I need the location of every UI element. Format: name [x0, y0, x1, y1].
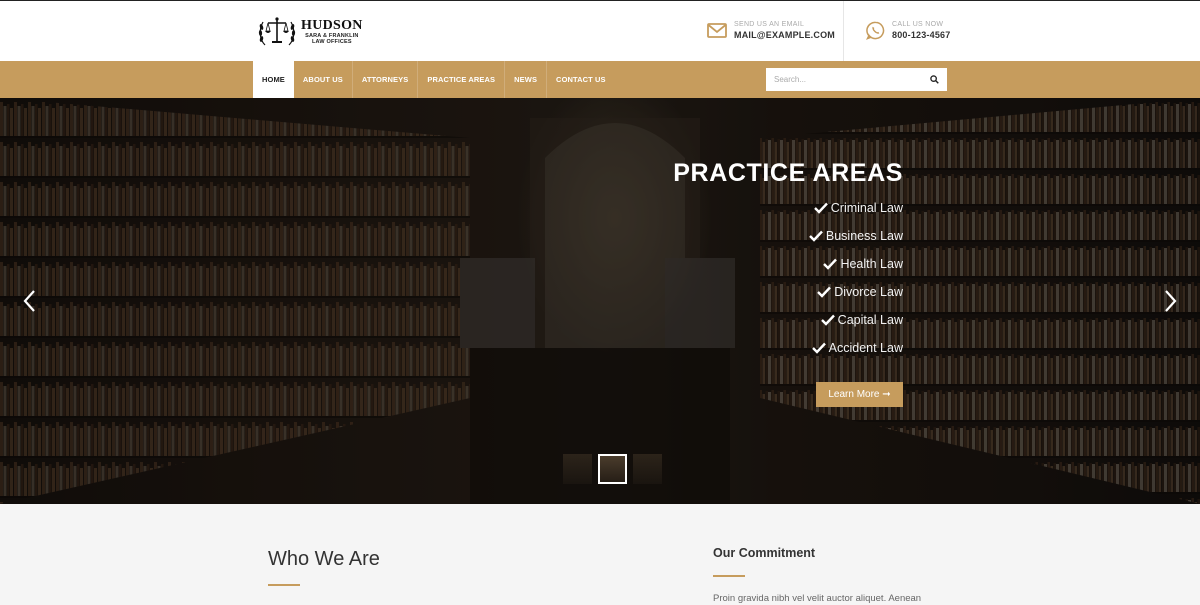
check-icon [820, 314, 835, 326]
logo[interactable]: HUDSON SARA & FRANKLIN LAW OFFICES [256, 14, 363, 50]
phone-label: CALL US NOW [892, 20, 944, 28]
hero-slider: PRACTICE AREAS Criminal Law Business Law… [0, 98, 1200, 504]
check-icon [817, 286, 832, 298]
search-input[interactable] [766, 68, 921, 91]
slide-thumbnail-2[interactable] [598, 454, 627, 484]
main-nav: HOME ABOUT US ATTORNEYS PRACTICE AREAS N… [0, 61, 1200, 98]
who-we-are-heading: Who We Are [268, 548, 380, 570]
logo-title: HUDSON [301, 18, 363, 33]
phone-value[interactable]: 800-123-4567 [892, 29, 950, 41]
search-box [766, 68, 947, 91]
practice-area-item: Accident Law [673, 334, 903, 362]
search-button[interactable] [921, 68, 947, 91]
nav-menu: HOME ABOUT US ATTORNEYS PRACTICE AREAS N… [253, 61, 615, 98]
whatsapp-icon [864, 19, 886, 41]
email-value[interactable]: MAIL@EXAMPLE.COM [734, 29, 835, 41]
header-divider [843, 1, 844, 62]
check-icon [813, 202, 828, 214]
slide-thumbnail-1[interactable] [563, 454, 592, 484]
practice-area-label: Health Law [840, 257, 903, 271]
nav-item-contact-us[interactable]: CONTACT US [547, 61, 615, 98]
commitment-text: Proin gravida nibh vel velit auctor aliq… [713, 593, 922, 604]
practice-area-label: Business Law [825, 229, 903, 243]
slider-next-button[interactable] [1161, 288, 1181, 314]
our-commitment-heading: Our Commitment [713, 546, 816, 560]
check-icon [811, 342, 826, 354]
hero-title: PRACTICE AREAS [673, 159, 903, 187]
heading-underline [713, 575, 745, 577]
practice-area-label: Capital Law [837, 313, 903, 327]
slide-thumbnail-3[interactable] [633, 454, 662, 484]
practice-area-item: Health Law [673, 250, 903, 278]
email-label: SEND US AN EMAIL [734, 20, 805, 28]
chevron-left-icon [23, 290, 35, 312]
logo-text: HUDSON SARA & FRANKLIN LAW OFFICES [301, 18, 363, 46]
slider-thumbnails [563, 454, 662, 484]
envelope-icon [706, 19, 728, 41]
site-header: HUDSON SARA & FRANKLIN LAW OFFICES SEND … [0, 0, 1200, 62]
scales-of-justice-icon [258, 17, 296, 46]
check-icon [823, 258, 838, 270]
nav-item-attorneys[interactable]: ATTORNEYS [353, 61, 419, 98]
nav-item-news[interactable]: NEWS [505, 61, 548, 98]
practice-area-label: Divorce Law [834, 285, 903, 299]
practice-area-label: Criminal Law [830, 201, 903, 215]
logo-subtitle-line2: LAW OFFICES [311, 39, 352, 45]
practice-area-label: Accident Law [828, 341, 903, 355]
check-icon [809, 230, 823, 242]
nav-item-home[interactable]: HOME [253, 61, 294, 98]
about-section: Who We Are Our Commitment Proin gravida … [0, 504, 1200, 605]
hero-content: PRACTICE AREAS Criminal Law Business Law… [673, 156, 903, 362]
email-contact[interactable]: SEND US AN EMAIL MAIL@EXAMPLE.COM [706, 19, 835, 41]
practice-area-list: Criminal Law Business Law Health Law Div… [673, 194, 903, 362]
learn-more-button[interactable]: Learn More ➞ [816, 382, 903, 407]
practice-area-item: Business Law [673, 222, 903, 250]
chevron-right-icon [1165, 290, 1177, 312]
nav-item-practice-areas[interactable]: PRACTICE AREAS [418, 61, 506, 98]
heading-underline [268, 584, 300, 586]
search-icon [929, 75, 939, 84]
practice-area-item: Capital Law [673, 306, 903, 334]
practice-area-item: Criminal Law [673, 194, 903, 222]
practice-area-item: Divorce Law [673, 278, 903, 306]
slider-prev-button[interactable] [19, 288, 39, 314]
phone-contact[interactable]: CALL US NOW 800-123-4567 [864, 19, 950, 41]
hero-overlay [0, 98, 1200, 504]
nav-item-about-us[interactable]: ABOUT US [294, 61, 353, 98]
